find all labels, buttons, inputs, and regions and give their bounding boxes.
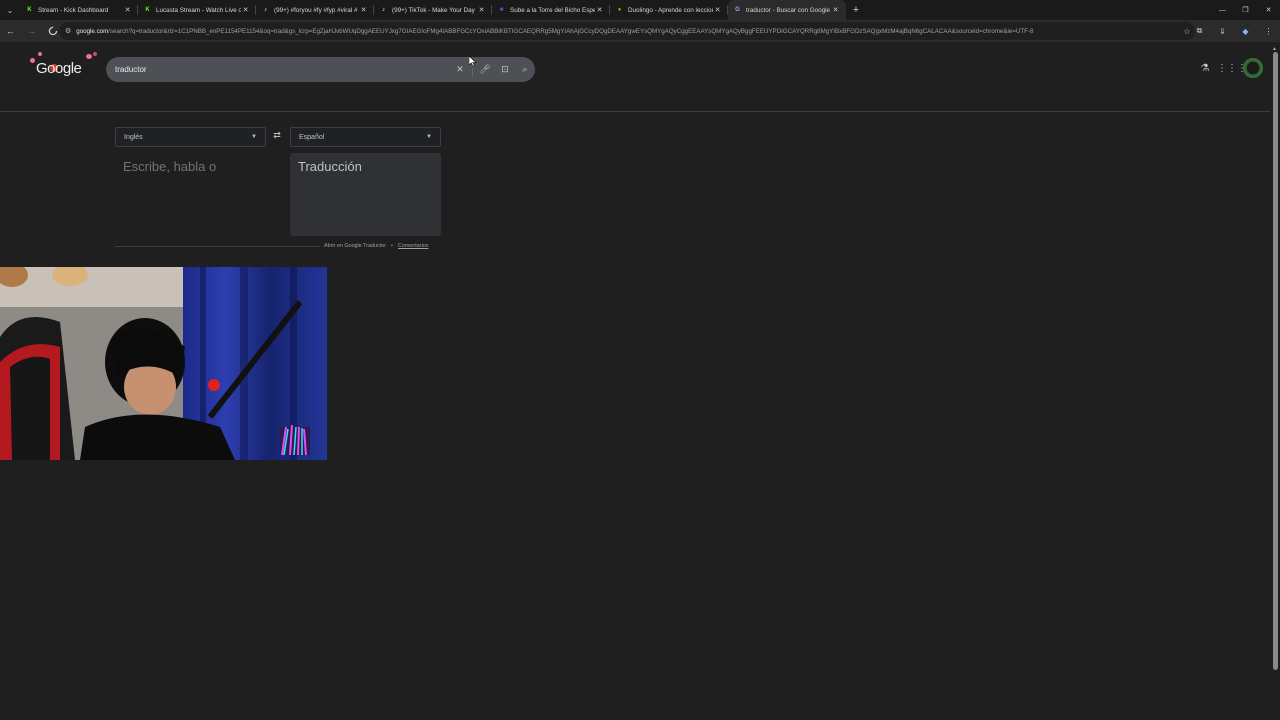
header-divider [0,111,1270,112]
kick-icon: K [27,7,32,13]
logo-text: Google [36,60,82,77]
open-in-translate-link[interactable]: Abrir en Google Traductor [324,243,386,249]
browser-tab[interactable]: Gtraductor - Buscar con Google ✕ [728,0,846,20]
footer-separator: • [391,243,393,249]
close-tab-icon[interactable]: ✕ [359,6,368,14]
tab-title: traductor - Buscar con Google [746,6,830,14]
duolingo-icon: ● [617,7,622,13]
kick-icon: K [145,7,150,13]
avatar[interactable] [1243,58,1263,78]
url-text[interactable]: google.com/search?q=traductor&rlz=1C1PNB… [76,28,1179,35]
lens-camera-icon[interactable]: ⊡ [495,64,515,75]
browser-toolbar: ← → ⚙ google.com/search?q=traductor&rlz=… [0,20,1280,42]
translator-footer: Abrir en Google Traductor • Comentarios [324,243,428,249]
tab-title: Lucasta Stream - Watch Live on Kick [156,6,241,14]
tab-strip: ⌄ K Stream - Kick Dashboard ✕ K Lucasta Stre… [0,0,1280,20]
browser-tab[interactable]: K Stream - Kick Dashboard ✕ [20,0,138,20]
browser-tab[interactable]: ♪ (99+) #foryou #fy #fyp #viral # ✕ [256,0,374,20]
forward-button[interactable]: → [21,20,42,42]
close-tab-icon[interactable]: ✕ [477,6,486,14]
close-tab-icon[interactable]: ✕ [123,6,132,14]
search-input[interactable]: traductor [115,65,450,74]
browser-tab[interactable]: ■ Sube a la Torre del Bicho Espectral✕ [492,0,610,20]
browser-menu-icon[interactable]: ⋮ [1257,27,1280,36]
labs-flask-icon[interactable]: ⚗ [1193,63,1217,74]
clear-icon[interactable]: ✕ [450,64,470,75]
webcam-overlay [0,267,327,460]
source-language-select[interactable]: Inglés ▼ [115,127,266,147]
tiktok-icon: ♪ [264,7,267,13]
window-controls: — ❐ ✕ [1211,0,1280,20]
site-info-icon[interactable]: ⚙ [65,27,71,35]
feedback-link[interactable]: Comentarios [398,243,429,249]
apps-grid-icon[interactable]: ⋮⋮⋮ [1217,63,1247,74]
search-icon[interactable]: ⌕ [515,64,535,75]
google-doodle-logo[interactable]: Google [28,52,100,84]
target-language-select[interactable]: Español ▼ [290,127,441,147]
browser-tab[interactable]: ♪ (99+) TikTok - Make Your Day ✕ [374,0,492,20]
tab-title: Duolingo - Aprende con lecciones [628,6,713,14]
close-tab-icon[interactable]: ✕ [713,6,722,14]
extensions-icon[interactable]: ⧉ [1188,26,1211,36]
address-bar[interactable]: ⚙ google.com/search?q=traductor&rlz=1C1P… [59,22,1195,40]
browser-tab[interactable]: ● Duolingo - Aprende con lecciones ✕ [610,0,728,20]
tab-title: (99+) #foryou #fy #fyp #viral # [274,6,358,14]
close-window-icon[interactable]: ✕ [1257,0,1280,20]
translator-divider [115,246,320,247]
game-icon: ■ [499,7,504,13]
new-tab-button[interactable]: + [846,4,866,16]
close-tab-icon[interactable]: ✕ [831,6,840,14]
source-text-input[interactable]: Escribe, habla o [115,153,285,237]
restore-icon[interactable]: ❐ [1234,0,1257,20]
chevron-down-icon: ▼ [251,134,257,140]
browser-tab[interactable]: K Lucasta Stream - Watch Live on Kick✕ [138,0,256,20]
close-tab-icon[interactable]: ✕ [595,6,604,14]
microphone-icon[interactable]: 🎤︎ [475,64,495,75]
google-icon: G [735,7,740,13]
tab-title: (99+) TikTok - Make Your Day [392,6,475,14]
tab-title: Stream - Kick Dashboard [38,6,109,14]
translation-output: Traducción [290,153,441,236]
minimize-icon[interactable]: — [1211,0,1234,20]
scrollbar-thumb[interactable] [1273,52,1278,670]
tab-title: Sube a la Torre del Bicho Espectral [510,6,595,14]
tab-search-icon[interactable]: ⌄ [0,0,20,20]
close-tab-icon[interactable]: ✕ [241,6,250,14]
tiktok-icon: ♪ [382,7,385,13]
chevron-down-icon: ▼ [426,134,432,140]
back-button[interactable]: ← [0,20,21,42]
webcam-image [0,267,327,460]
swap-languages-icon[interactable]: ⇄ [270,130,284,141]
download-icon[interactable]: ⇓ [1211,27,1234,36]
profile-extension-icon[interactable]: ◆ [1234,27,1257,36]
